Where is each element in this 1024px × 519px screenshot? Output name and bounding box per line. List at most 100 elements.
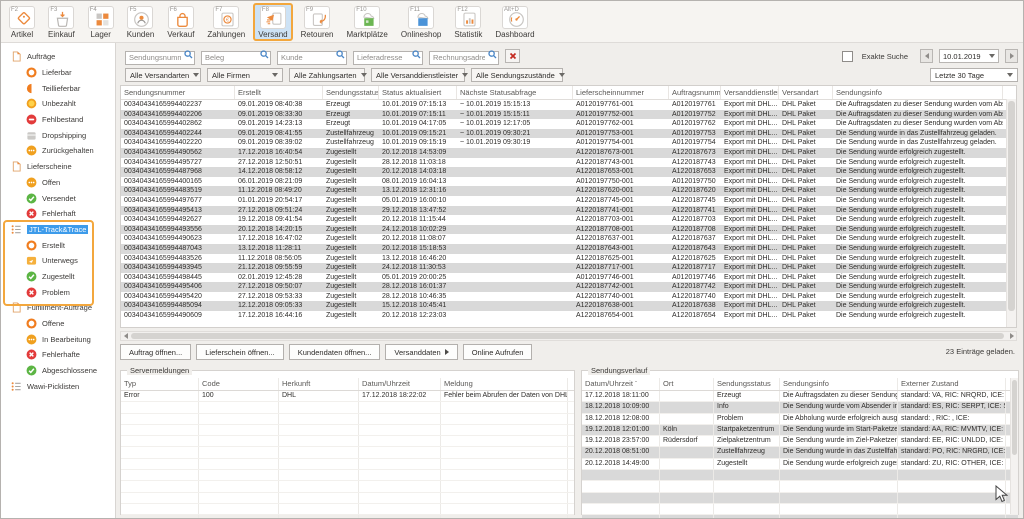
sidebar-item-in-bearbeitung[interactable]: In Bearbeitung [1, 331, 115, 347]
table-row[interactable]: 00340434165994402244 09.01.2019 08:41:55 Z… [121, 128, 1016, 139]
sidebar-item-zugestellt[interactable]: Zugestellt [1, 269, 115, 285]
table-row-empty[interactable] [121, 424, 574, 437]
sidebar-item-unterwegs[interactable]: Unterwegs [1, 253, 115, 269]
table-row-empty[interactable] [121, 402, 574, 414]
versanddienstleister-select[interactable]: Alle Versanddienstleister [371, 68, 469, 82]
toolbar-button-statistik[interactable]: F12 Statistik [449, 3, 487, 41]
table-row[interactable]: 20.12.2018 08:51:00 Zustellfahrzeug Die Se… [582, 447, 1018, 459]
sidebar-item-zur-ckgehalten[interactable]: Zurückgehalten [1, 143, 115, 159]
sidebar-item-dropshipping[interactable]: Dropshipping [1, 127, 115, 143]
table-row-empty[interactable] [121, 447, 574, 459]
toolbar-button-einkauf[interactable]: F3 Einkauf [43, 3, 80, 41]
versandarten-select[interactable]: Alle Versandarten [125, 68, 201, 82]
firmen-select[interactable]: Alle Firmen [207, 68, 283, 82]
table-row[interactable]: 00340434165994490562 17.12.2018 16:40:54 Z… [121, 147, 1016, 158]
table-row[interactable]: 00340434165994490623 17.12.2018 16:47:02 Z… [121, 234, 1016, 244]
table-row-empty[interactable] [121, 492, 574, 504]
column-header-versandart[interactable]: Versandart [779, 86, 833, 99]
table-row[interactable]: 00340434165994487043 13.12.2018 11:28:11 Z… [121, 243, 1016, 254]
table-row[interactable]: 00340434165994402237 09.01.2019 08:40:38 E… [121, 100, 1016, 110]
table-row[interactable]: 00340434165994483526 11.12.2018 08:56:05 Z… [121, 254, 1016, 264]
history-scrollbar[interactable] [1010, 378, 1018, 514]
sidebar-item-unbezahlt[interactable]: Unbezahlt [1, 96, 115, 112]
table-row[interactable]: 00340434165994492627 19.12.2018 09:41:54 Z… [121, 215, 1016, 225]
toolbar-button-versand[interactable]: F8 Versand [253, 3, 293, 41]
column-header-erstellt[interactable]: Erstellt [235, 86, 323, 99]
toolbar-button-marktpl-tze[interactable]: F10 Marktplätze [342, 3, 393, 41]
column-header-ort[interactable]: Ort [660, 378, 714, 390]
table-row-empty[interactable] [121, 458, 574, 471]
column-header-externer-zustand[interactable]: Externer Zustand [898, 378, 1006, 390]
column-header-auftragsnummer[interactable]: Auftragsnummer [669, 86, 721, 99]
sidebar-item-erstellt[interactable]: Erstellt [1, 237, 115, 253]
date-next-button[interactable] [1005, 49, 1018, 63]
scroll-right-arrow-icon[interactable] [1007, 332, 1016, 340]
date-range-select[interactable]: Letzte 30 Tage [930, 68, 1018, 82]
sidebar-item-fehlerhafte[interactable]: Fehlerhafte [1, 347, 115, 363]
table-row-empty[interactable] [121, 503, 574, 516]
date-input[interactable]: 10.01.2019 [939, 49, 999, 63]
column-header-typ[interactable]: Typ [121, 378, 199, 390]
table-row[interactable]: 00340434165994498445 02.01.2019 12:45:28 Z… [121, 273, 1016, 283]
table-row[interactable]: Error 100 DHL 17.12.2018 18:22:02 Fehler bei… [121, 391, 574, 403]
sendungszustaende-select[interactable]: Alle Sendungszustände [471, 68, 565, 82]
table-row-empty[interactable] [582, 492, 1018, 504]
column-header-meldung[interactable]: Meldung [441, 378, 568, 390]
sidebar-item-lieferbar[interactable]: Lieferbar [1, 65, 115, 81]
table-row[interactable]: 00340434165994402862 09.01.2019 14:23:13 E… [121, 119, 1016, 129]
sidebar-item-fehlbestand[interactable]: Fehlbestand [1, 112, 115, 128]
sidebar-item-auftr-ge[interactable]: Aufträge [1, 49, 115, 65]
column-header-herkunft[interactable]: Herkunft [279, 378, 359, 390]
table-row[interactable]: 18.12.2018 12:08:00 Problem Die Abholung w… [582, 413, 1018, 425]
table-row[interactable]: 00340434165994402220 09.01.2019 08:39:02 Z… [121, 138, 1016, 148]
table-row-empty[interactable] [121, 470, 574, 482]
sidebar-item-offene[interactable]: Offene [1, 316, 115, 332]
table-row-empty[interactable] [121, 515, 574, 518]
zahlungsarten-select[interactable]: Alle Zahlungsarten [289, 68, 367, 82]
scrollbar-thumb[interactable] [1012, 380, 1017, 455]
column-header-sendungsinfo[interactable]: Sendungsinfo [833, 86, 1003, 99]
vertical-scrollbar[interactable] [1006, 99, 1016, 327]
scrollbar-thumb[interactable] [1008, 101, 1015, 311]
table-row[interactable]: 00340434165994400165 06.01.2019 08:21:09 Z… [121, 177, 1016, 187]
table-row[interactable]: 00340434165994402206 09.01.2019 08:33:30 E… [121, 109, 1016, 120]
toolbar-button-lager[interactable]: F4 Lager [83, 3, 119, 41]
action-button-versanddaten[interactable]: Versanddaten [385, 344, 458, 360]
table-row-empty[interactable] [582, 503, 1018, 516]
sidebar-item-lieferscheine[interactable]: Lieferscheine [1, 159, 115, 175]
table-row-empty[interactable] [121, 436, 574, 448]
sidebar-item-wawi-picklisten[interactable]: Wawi-Picklisten [1, 378, 115, 394]
table-row-empty[interactable] [582, 470, 1018, 482]
column-header-datum-uhrzeit[interactable]: Datum/Uhrzeit [359, 378, 441, 390]
toolbar-button-onlineshop[interactable]: F11 Onlineshop [396, 3, 446, 41]
table-row[interactable]: 17.12.2018 18:11:00 Erzeugt Die Auftragsda… [582, 391, 1018, 403]
table-row[interactable]: 00340434165994493556 20.12.2018 14:20:15 Z… [121, 224, 1016, 235]
table-row[interactable]: 00340434165994495727 27.12.2018 12:50:51 Z… [121, 158, 1016, 168]
table-row-empty[interactable] [121, 413, 574, 425]
action-button-auftrag-ffnen[interactable]: Auftrag öffnen... [120, 344, 192, 360]
toolbar-button-kunden[interactable]: F5 Kunden [122, 3, 160, 41]
table-row[interactable]: 00340434165994495413 27.12.2018 09:51:24 Z… [121, 205, 1016, 216]
column-header-sendungsstatus[interactable]: Sendungsstatus [714, 378, 780, 390]
table-row[interactable]: 00340434165994487968 14.12.2018 08:58:12 Z… [121, 167, 1016, 177]
sidebar-item-abgeschlossene[interactable]: Abgeschlossene [1, 363, 115, 379]
exakte-suche-checkbox[interactable] [841, 50, 853, 62]
column-header-versanddienstlei[interactable]: Versanddienstlei... [721, 86, 779, 99]
column-header-sendungsstatus[interactable]: Sendungsstatus [323, 86, 379, 99]
column-header-code[interactable]: Code [199, 378, 279, 390]
column-header-sendungsnummer[interactable]: Sendungsnummer [121, 86, 235, 99]
sidebar-item-versendet[interactable]: Versendet [1, 190, 115, 206]
table-row[interactable]: 00340434165994495406 27.12.2018 09:50:07 Z… [121, 282, 1016, 292]
toolbar-button-retouren[interactable]: F9 Retouren [296, 3, 339, 41]
date-prev-button[interactable] [920, 49, 933, 63]
toolbar-button-artikel[interactable]: F2 Artikel [4, 3, 40, 41]
toolbar-button-zahlungen[interactable]: F7 € Zahlungen [202, 3, 250, 41]
table-row[interactable]: 00340434165994485094 12.12.2018 09:05:33 Z… [121, 301, 1016, 312]
scrollbar-thumb[interactable] [131, 333, 1004, 339]
action-button-online-aufrufen[interactable]: Online Aufrufen [462, 344, 533, 360]
column-header-n-chste-statusabfrage[interactable]: Nächste Statusabfrage [457, 86, 573, 99]
action-button-lieferschein-ffnen[interactable]: Lieferschein öffnen... [196, 344, 284, 360]
sidebar-item-fulfillment-auftr-ge[interactable]: Fulfillment-Aufträge [1, 300, 115, 316]
table-row[interactable]: 00340434165994495420 27.12.2018 09:53:33 Z… [121, 292, 1016, 302]
table-row[interactable]: 19.12.2018 23:57:00 Rüdersdorf Zielpaketze… [582, 436, 1018, 448]
